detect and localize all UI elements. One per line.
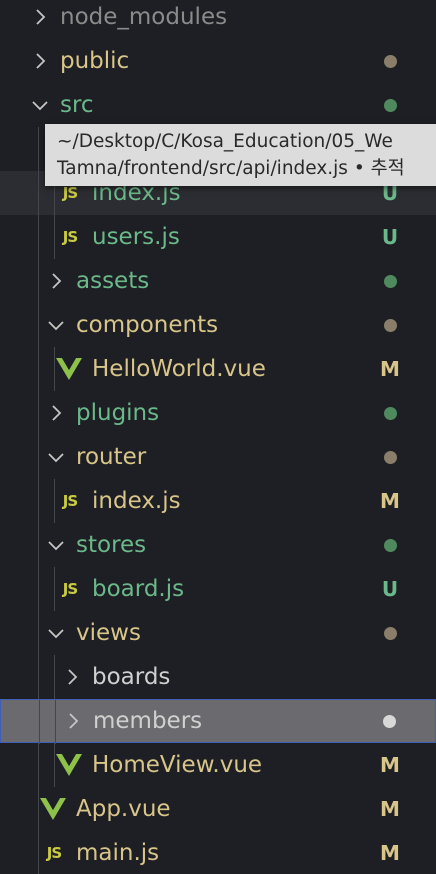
tree-item-label: public: [60, 48, 130, 74]
file-main-js[interactable]: JS main.js M: [0, 831, 436, 874]
git-status-dot: [383, 714, 396, 728]
folder-members[interactable]: members: [0, 699, 436, 744]
tree-item-label: views: [76, 620, 141, 646]
folder-src[interactable]: src: [0, 83, 436, 127]
tree-item-label: index.js: [92, 488, 181, 514]
indent-guide: [38, 831, 39, 874]
file-homeview-vue[interactable]: HomeView.vue M: [0, 743, 436, 787]
tree-item-label: router: [76, 444, 147, 470]
js-file-icon: JS: [62, 492, 78, 510]
file-board-js[interactable]: JS board.js U: [0, 567, 436, 611]
js-file-icon: JS: [46, 844, 62, 862]
tree-item-label: boards: [92, 664, 171, 690]
file-explorer: node_modulespublicsrcapiJSindex.jsUJSuse…: [0, 0, 436, 874]
indent-guide: [38, 435, 39, 479]
tree-item-label: board.js: [92, 576, 185, 602]
path-tooltip: ~/Desktop/C/Kosa_Education/05_We Tamna/f…: [45, 124, 436, 186]
chevron-right-icon[interactable]: [47, 404, 65, 422]
git-status-badge: M: [380, 753, 400, 777]
tree-item-label: plugins: [76, 400, 160, 426]
indent-guide: [38, 567, 39, 611]
tree-item-label: App.vue: [76, 796, 171, 822]
tree-item-label: users.js: [92, 224, 180, 250]
tooltip-line-2: Tamna/frontend/src/api/index.js • 추적: [57, 158, 405, 179]
tree-item-label: assets: [76, 268, 150, 294]
indent-guide: [55, 700, 56, 744]
file-helloworld-vue[interactable]: HelloWorld.vue M: [0, 347, 436, 391]
folder-public[interactable]: public: [0, 39, 436, 83]
vue-file-icon: [55, 357, 83, 381]
js-file-icon: JS: [62, 228, 78, 246]
chevron-down-icon[interactable]: [47, 536, 65, 554]
indent-guide: [38, 611, 39, 655]
folder-boards[interactable]: boards: [0, 655, 436, 699]
indent-guide: [38, 479, 39, 523]
chevron-right-icon[interactable]: [31, 8, 49, 26]
indent-guide: [38, 259, 39, 303]
indent-guide: [38, 347, 39, 391]
git-status-badge: M: [380, 357, 400, 381]
indent-guide: [38, 743, 39, 787]
indent-guide: [38, 391, 39, 435]
tree-item-label: node_modules: [60, 4, 228, 30]
git-status-dot: [384, 98, 397, 112]
file-users-js[interactable]: JS users.js U: [0, 215, 436, 259]
git-status-dot: [384, 406, 397, 420]
tree-item-label: stores: [76, 532, 147, 558]
folder-router[interactable]: router: [0, 435, 436, 479]
indent-guide: [38, 215, 39, 259]
git-status-dot: [384, 626, 397, 640]
tree-item-label: HelloWorld.vue: [92, 356, 266, 382]
git-status-dot: [384, 538, 397, 552]
folder-views[interactable]: views: [0, 611, 436, 655]
folder-node-modules[interactable]: node_modules: [0, 0, 436, 39]
chevron-right-icon[interactable]: [47, 272, 65, 290]
folder-components[interactable]: components: [0, 303, 436, 347]
chevron-right-icon[interactable]: [31, 52, 49, 70]
chevron-right-icon[interactable]: [63, 668, 81, 686]
chevron-down-icon[interactable]: [47, 316, 65, 334]
git-status-dot: [384, 54, 397, 68]
js-file-icon: JS: [62, 580, 78, 598]
tree-item-label: members: [93, 708, 203, 734]
vue-file-icon: [55, 753, 83, 777]
tree-item-label: HomeView.vue: [92, 752, 263, 778]
tooltip-line-1: ~/Desktop/C/Kosa_Education/05_We: [57, 131, 393, 152]
git-status-dot: [384, 318, 397, 332]
tree-item-label: main.js: [76, 840, 160, 866]
indent-guide: [38, 303, 39, 347]
indent-guide: [38, 171, 39, 215]
git-status-badge: M: [380, 797, 400, 821]
git-status-badge: U: [381, 577, 399, 601]
file-app-vue[interactable]: App.vue M: [0, 787, 436, 831]
git-status-dot: [384, 274, 397, 288]
indent-guide: [54, 655, 55, 699]
tree-item-label: components: [76, 312, 219, 338]
indent-guide: [39, 700, 40, 744]
indent-guide: [54, 567, 55, 611]
folder-assets[interactable]: assets: [0, 259, 436, 303]
git-status-badge: M: [380, 489, 400, 513]
indent-guide: [38, 655, 39, 699]
git-status-badge: U: [381, 225, 399, 249]
folder-stores[interactable]: stores: [0, 523, 436, 567]
file-index-js[interactable]: JS index.js M: [0, 479, 436, 523]
git-status-badge: M: [380, 841, 400, 865]
tree-item-label: src: [60, 92, 94, 118]
chevron-down-icon[interactable]: [47, 448, 65, 466]
indent-guide: [54, 215, 55, 259]
chevron-right-icon[interactable]: [64, 712, 82, 730]
indent-guide: [54, 479, 55, 523]
indent-guide: [38, 127, 39, 171]
chevron-down-icon[interactable]: [31, 96, 49, 114]
indent-guide: [38, 523, 39, 567]
vue-file-icon: [39, 797, 67, 821]
git-status-dot: [384, 450, 397, 464]
folder-plugins[interactable]: plugins: [0, 391, 436, 435]
chevron-down-icon[interactable]: [47, 624, 65, 642]
